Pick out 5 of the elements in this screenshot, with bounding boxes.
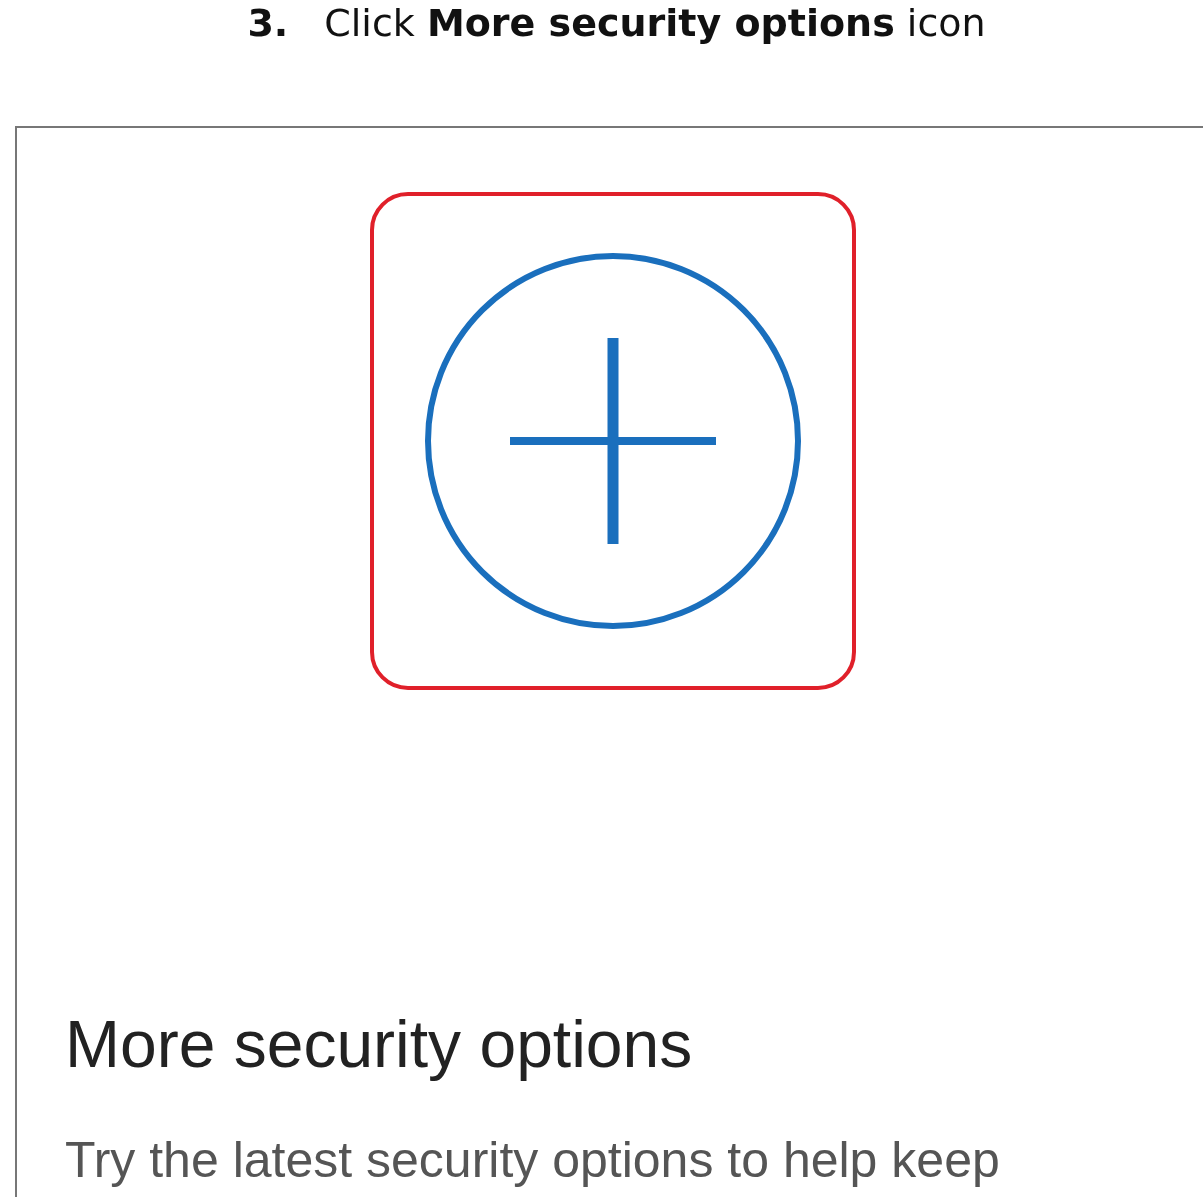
card-title: More security options <box>65 1006 694 1083</box>
step-number: 3. <box>247 1 289 45</box>
step-instruction: Click More security options icon <box>324 1 986 45</box>
add-circle-icon[interactable] <box>423 251 803 631</box>
card-description: Try the latest security options to help keep <box>65 1131 1001 1190</box>
